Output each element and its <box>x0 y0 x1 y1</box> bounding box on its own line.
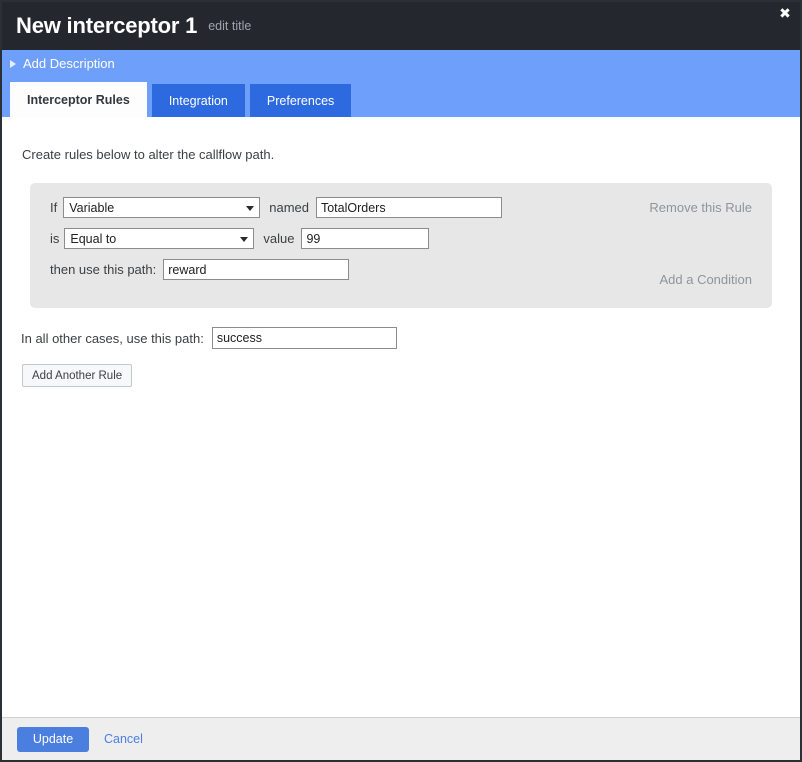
add-description-toggle[interactable]: Add Description <box>2 50 115 71</box>
value-label: value <box>263 231 295 246</box>
then-path-input[interactable] <box>163 259 350 280</box>
intro-text: Create rules below to alter the callflow… <box>22 147 275 162</box>
operator-select[interactable]: Equal to <box>64 228 255 249</box>
triangle-right-icon <box>10 60 16 68</box>
other-cases-label: In all other cases, use this path: <box>21 330 204 346</box>
tab-interceptor-rules-label: Interceptor Rules <box>27 92 130 107</box>
rule-card-actions: Remove this Rule Add a Condition <box>552 197 752 290</box>
value-input[interactable] <box>301 228 430 249</box>
tab-preferences-label: Preferences <box>266 93 335 108</box>
interceptor-dialog: New interceptor 1 edit title ✖ Add Descr… <box>0 0 802 762</box>
description-and-tabs-band: Add Description Interceptor Rules Integr… <box>2 50 800 117</box>
tab-bar: Interceptor Rules Integration Preference… <box>10 82 352 117</box>
add-description-label: Add Description <box>23 56 115 71</box>
chevron-down-icon <box>246 205 255 211</box>
tab-interceptor-rules[interactable]: Interceptor Rules <box>10 82 147 117</box>
operator-select-value: Equal to <box>70 231 117 246</box>
tab-preferences[interactable]: Preferences <box>249 84 352 117</box>
close-icon[interactable]: ✖ <box>777 6 793 22</box>
chevron-down-icon <box>240 236 249 242</box>
tab-panel-interceptor-rules: Create rules below to alter the callflow… <box>2 117 800 717</box>
add-a-condition-link[interactable]: Add a Condition <box>659 269 752 290</box>
remove-this-rule-link[interactable]: Remove this Rule <box>649 197 752 218</box>
dialog-footer: Update Cancel <box>2 717 800 760</box>
is-label: is <box>50 231 60 246</box>
named-input[interactable] <box>315 197 502 218</box>
cancel-link[interactable]: Cancel <box>104 732 143 746</box>
then-path-label: then use this path: <box>50 262 157 277</box>
other-cases-row: In all other cases, use this path: <box>2 308 800 349</box>
named-label: named <box>269 200 309 215</box>
tab-integration-label: Integration <box>168 93 228 108</box>
if-label: If <box>50 200 58 215</box>
rule-card: If Variable named is Equal to value then… <box>30 183 772 308</box>
dialog-titlebar: New interceptor 1 edit title ✖ <box>2 2 800 50</box>
add-another-rule-button[interactable]: Add Another Rule <box>22 364 133 387</box>
edit-title-link[interactable]: edit title <box>208 20 251 33</box>
other-cases-input[interactable] <box>211 327 397 349</box>
page-title: New interceptor 1 <box>16 13 198 38</box>
subject-select[interactable]: Variable <box>63 197 261 218</box>
update-button[interactable]: Update <box>17 726 89 752</box>
tab-integration[interactable]: Integration <box>151 84 245 117</box>
subject-select-value: Variable <box>69 200 115 215</box>
